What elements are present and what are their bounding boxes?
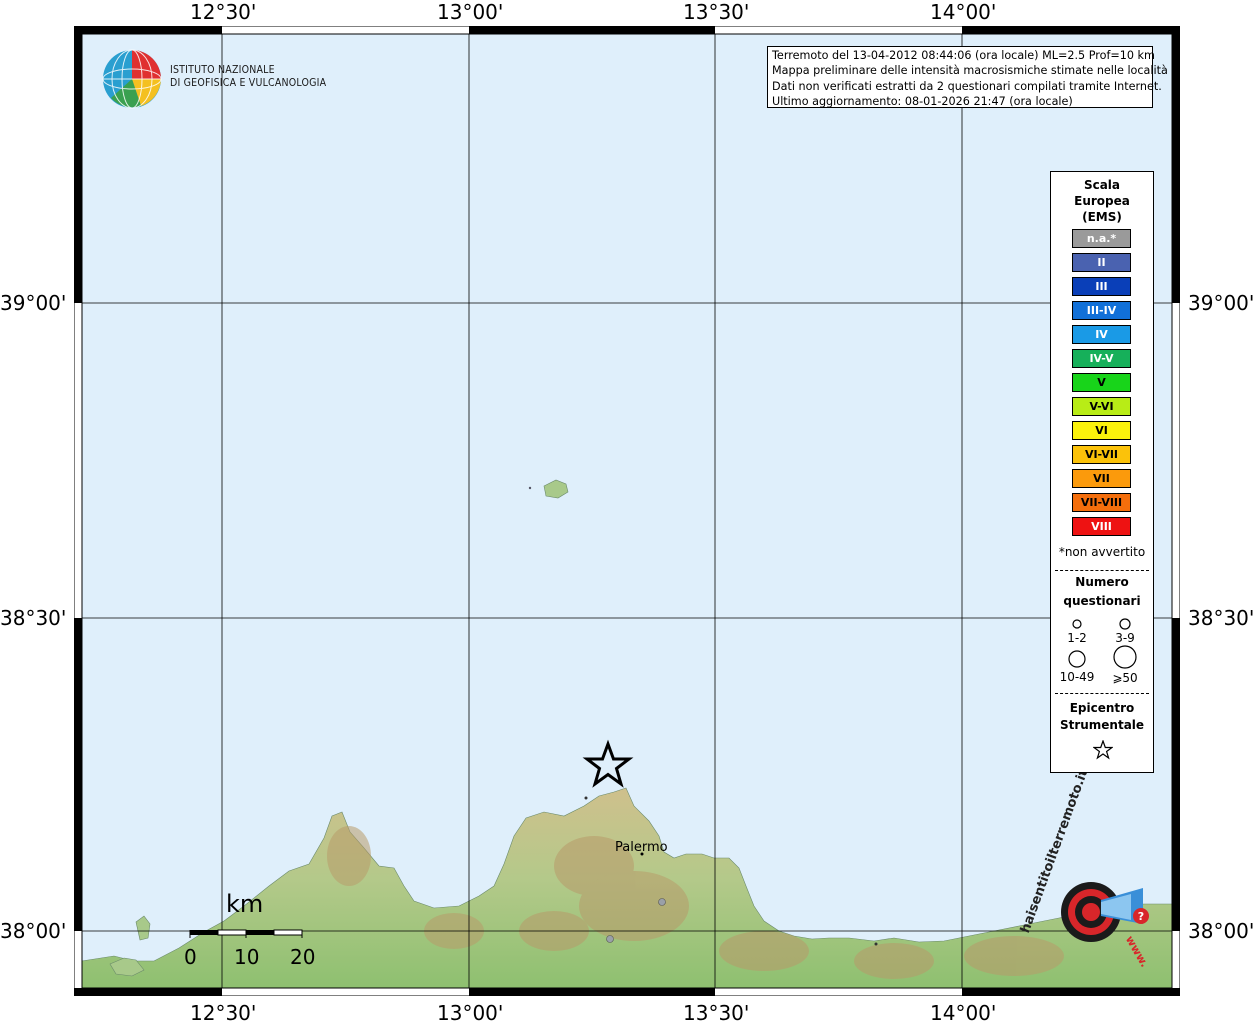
info-line: Ultimo aggiornamento: 08-01-2026 21:47 (… [772,94,1073,108]
lon-tick-bottom: 13°30' [683,1001,750,1025]
circle-size-1-2 [1072,619,1082,629]
lat-tick-right: 38°30' [1188,606,1254,630]
ingv-logo-text: ISTITUTO NAZIONALE DI GEOFISICA E VULCAN… [170,64,327,89]
svg-text:?: ? [1138,910,1144,923]
divider [1055,570,1149,571]
circle-size-3-9 [1119,618,1131,630]
info-line: Dati non verificati estratti da 2 questi… [772,79,1162,93]
divider [1055,693,1149,694]
intensity-swatch: V-VI [1072,397,1131,416]
lat-tick-left: 38°00' [0,919,67,943]
intensity-swatch: VI [1072,421,1131,440]
intensity-swatch: VII-VIII [1072,493,1131,512]
scale-unit: km [226,890,264,918]
lat-tick-left: 39°00' [0,291,67,315]
info-line: Terremoto del 13-04-2012 08:44:06 (ora l… [772,49,1155,62]
circle-size-10-49 [1068,650,1086,668]
count-label: 3-9 [1115,631,1135,645]
count-label: ⩾50 [1112,671,1138,685]
intensity-swatch: III-IV [1072,301,1131,320]
intensity-swatch: VIII [1072,517,1131,536]
scale-label: 0 [184,945,197,969]
intensity-swatch: n.a.* [1072,229,1131,248]
intensity-swatch: III [1072,277,1131,296]
intensity-swatch: VI-VII [1072,445,1131,464]
place-label-palermo: Palermo [615,840,668,855]
ingv-logo-icon [102,49,162,109]
circle-size-50 [1113,645,1137,669]
lon-tick-top: 14°00' [930,0,997,24]
locality-dot [606,935,614,943]
locality-dot [658,898,666,906]
lat-tick-right: 38°00' [1188,919,1254,943]
lon-tick-top: 12°30' [190,0,257,24]
event-info-box: Terremoto del 13-04-2012 08:44:06 (ora l… [767,46,1168,108]
intensity-swatch: V [1072,373,1131,392]
intensity-swatch: VII [1072,469,1131,488]
na-note: *non avvertito [1058,545,1146,559]
scale-label: 20 [290,945,316,969]
lon-tick-bottom: 13°00' [437,1001,504,1025]
intensity-swatch: II [1072,253,1131,272]
intensity-swatch: IV [1072,325,1131,344]
epicenter-title: Epicentro Strumentale [1059,701,1145,732]
lon-tick-top: 13°30' [683,0,750,24]
lon-tick-top: 13°00' [437,0,504,24]
legend-title: Scala Europea (EMS) [1074,178,1130,224]
lat-tick-left: 38°30' [0,606,67,630]
count-label: 1-2 [1067,631,1087,645]
info-line: Mappa preliminare delle intensità macros… [772,64,1168,78]
legend-panel: Scala Europea (EMS) n.a.* II III III-IV IV IV… [1050,171,1154,773]
scale-label: 10 [234,945,260,969]
star-icon [1093,740,1113,760]
lat-tick-right: 39°00' [1188,291,1254,315]
lon-tick-bottom: 12°30' [190,1001,257,1025]
intensity-swatch: IV-V [1072,349,1131,368]
count-label: 10-49 [1059,670,1095,684]
lon-tick-bottom: 14°00' [930,1001,997,1025]
count-title: Numero questionari [1063,575,1141,608]
